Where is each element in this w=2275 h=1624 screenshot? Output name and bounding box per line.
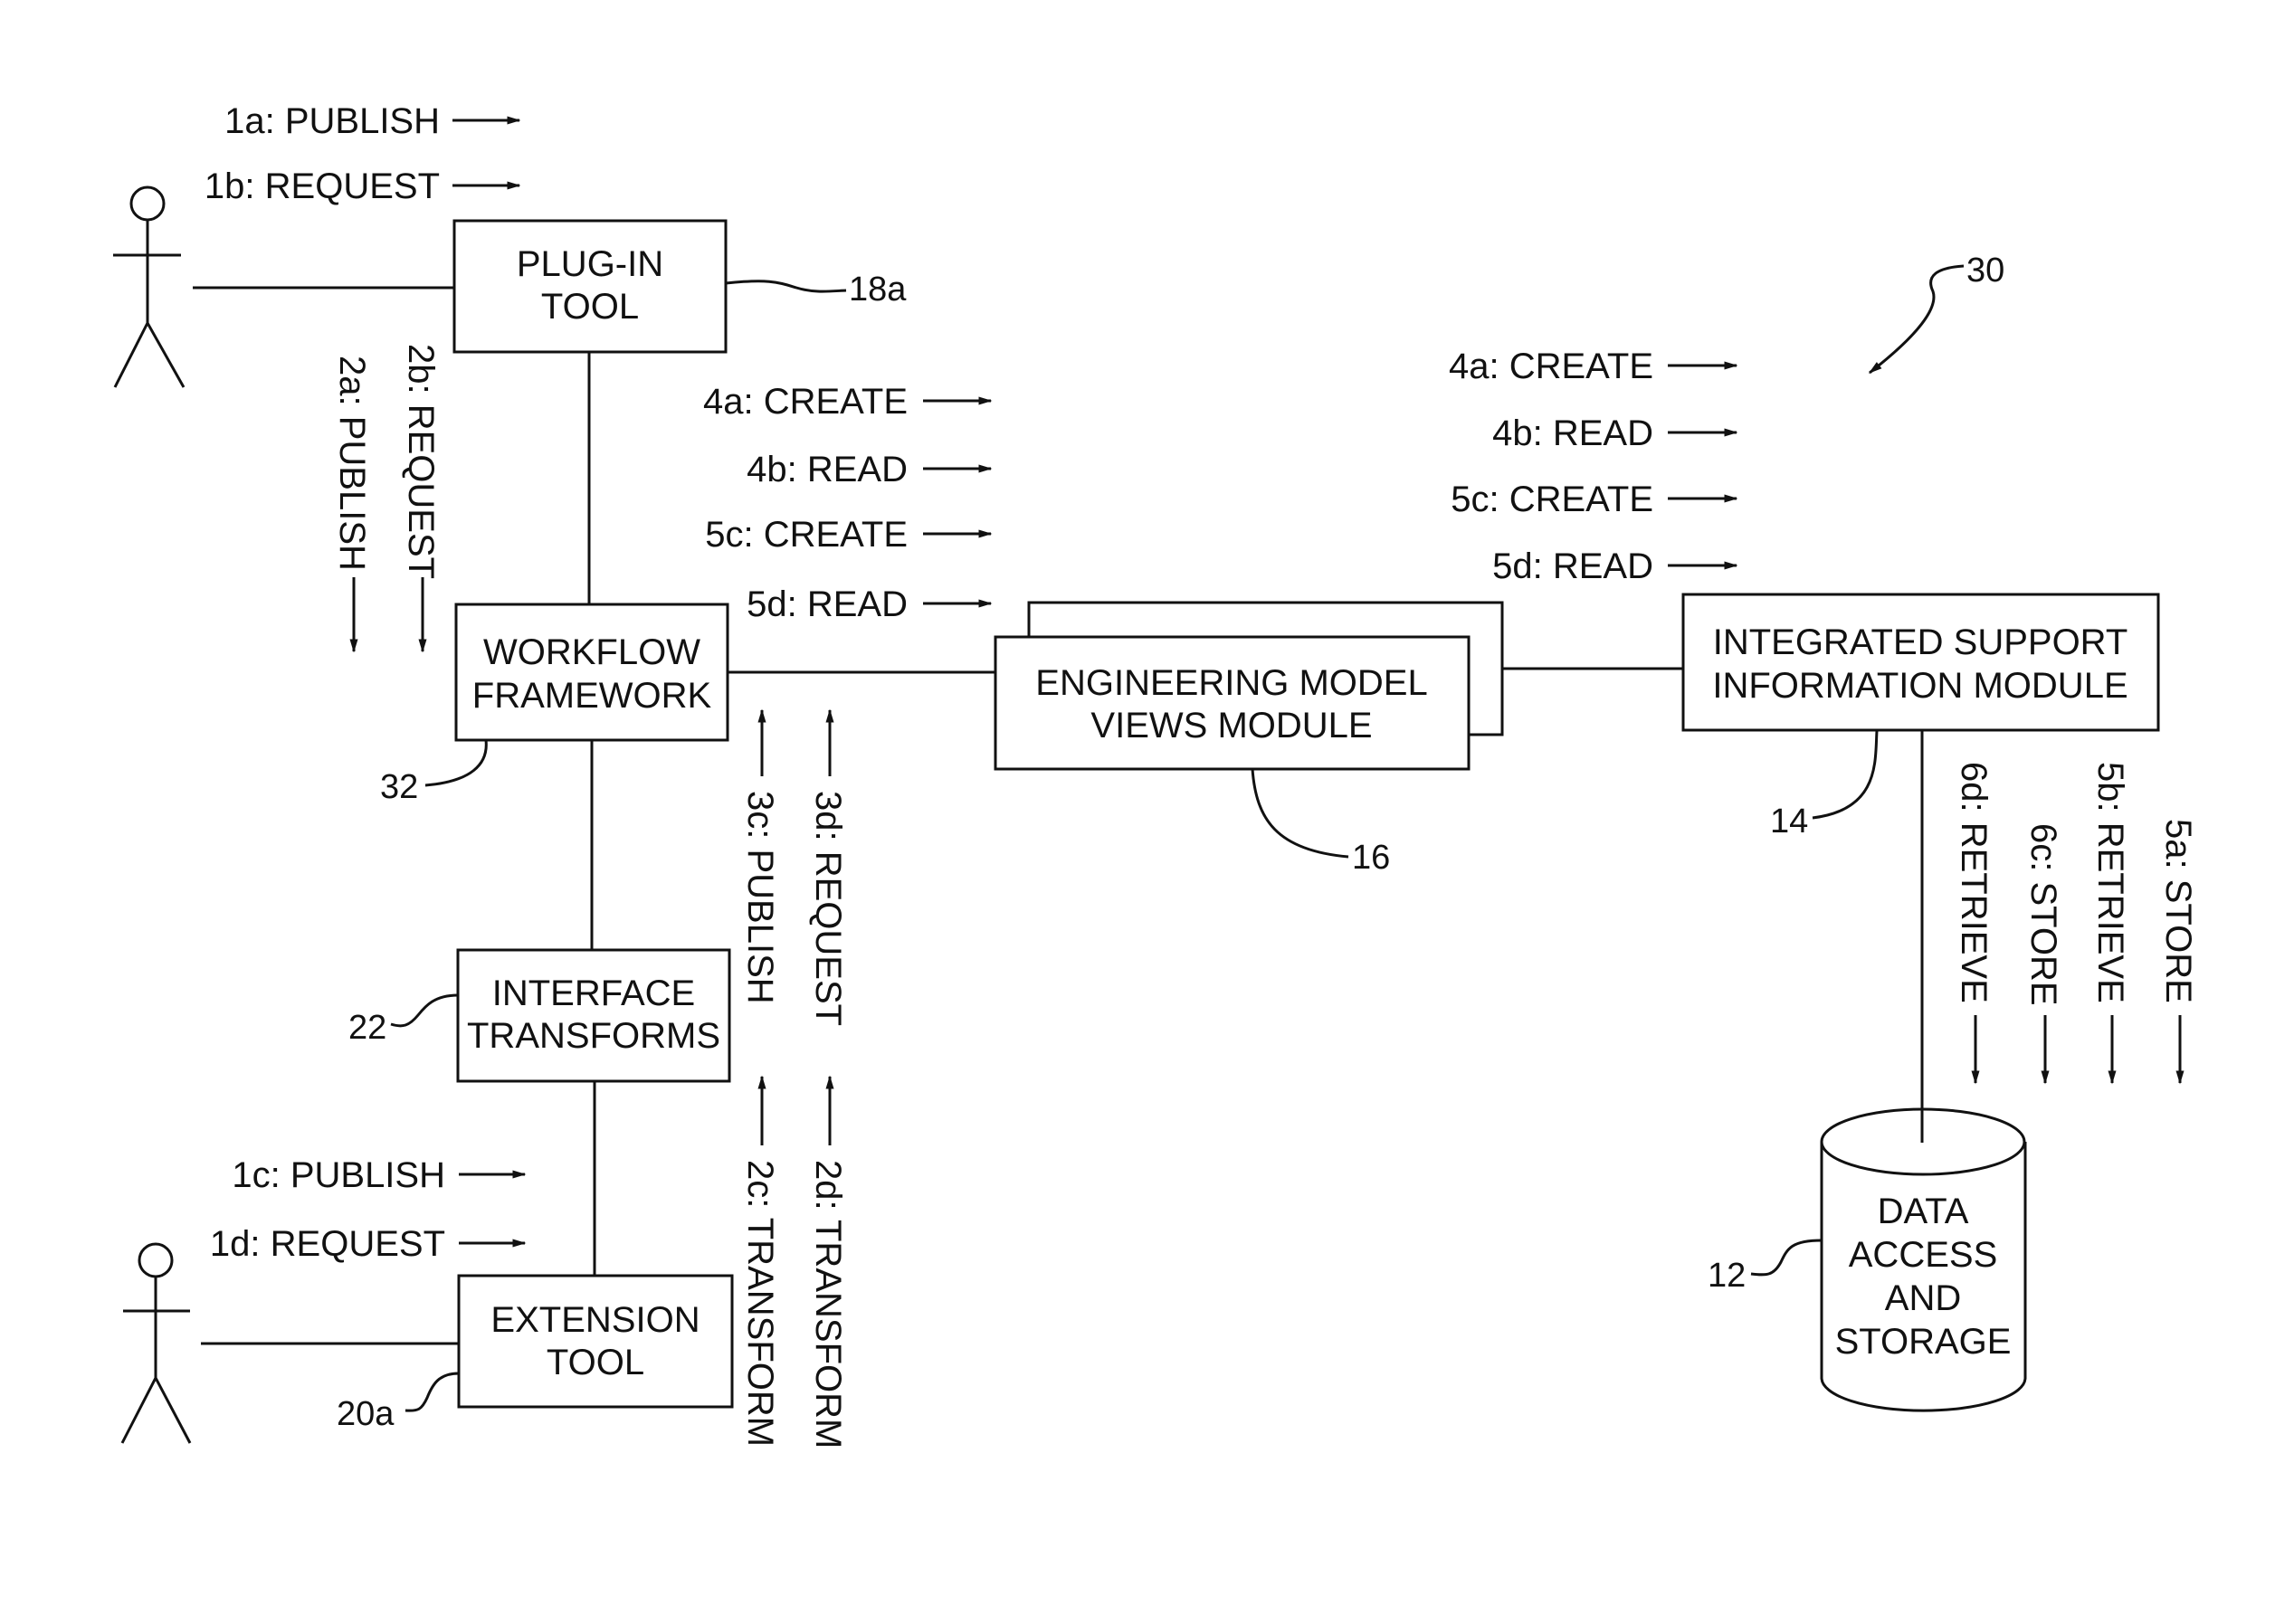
message-4a-left: 4a: CREATE	[703, 382, 993, 422]
svg-text:30: 30	[1966, 252, 2004, 290]
svg-text:1d: REQUEST: 1d: REQUEST	[210, 1224, 445, 1264]
svg-text:1c: PUBLISH: 1c: PUBLISH	[232, 1155, 445, 1195]
data-access-storage-cylinder[interactable]: DATA ACCESS AND STORAGE	[1820, 1107, 2027, 1412]
message-5d-left: 5d: READ	[747, 584, 993, 624]
svg-text:12: 12	[1708, 1257, 1746, 1295]
message-4a-right: 4a: CREATE	[1449, 347, 1738, 386]
svg-text:5c: CREATE: 5c: CREATE	[1451, 480, 1653, 519]
svg-text:4b: READ: 4b: READ	[747, 450, 908, 489]
message-2c: 2c: TRANSFORM	[740, 1075, 780, 1447]
emv-front-sheet	[994, 635, 1471, 771]
svg-text:5d: READ: 5d: READ	[747, 584, 908, 624]
integrated-support-box[interactable]: INTEGRATED SUPPORT INFORMATION MODULE	[1681, 593, 2160, 732]
svg-text:2b: REQUEST: 2b: REQUEST	[401, 344, 441, 579]
svg-text:6c: STORE: 6c: STORE	[2023, 823, 2063, 1006]
svg-text:PLUG-IN: PLUG-IN	[517, 244, 663, 284]
message-2a: 2a: PUBLISH	[332, 356, 372, 653]
ref-16-leader: 16	[1251, 768, 1390, 877]
svg-text:5c: CREATE: 5c: CREATE	[705, 515, 908, 555]
message-3c: 3c: PUBLISH	[740, 708, 780, 1004]
engineering-model-views-box[interactable]: ENGINEERING MODEL VIEWS MODULE	[994, 601, 1504, 771]
ref-12-leader: 12	[1708, 1239, 1823, 1295]
extension-tool-box[interactable]: EXTENSION TOOL	[457, 1274, 734, 1409]
svg-text:AND: AND	[1885, 1278, 1961, 1318]
svg-text:32: 32	[380, 768, 418, 806]
svg-text:5d: READ: 5d: READ	[1492, 546, 1653, 586]
svg-text:2d: TRANSFORM: 2d: TRANSFORM	[808, 1160, 848, 1448]
svg-text:INTERFACE: INTERFACE	[492, 973, 695, 1013]
ref-30-arrow: 30	[1868, 252, 2004, 375]
svg-text:STORAGE: STORAGE	[1835, 1322, 2012, 1362]
user-bottom-stick-figure-icon	[120, 1242, 192, 1444]
message-4b-right: 4b: READ	[1492, 413, 1738, 453]
svg-text:1b: REQUEST: 1b: REQUEST	[205, 166, 440, 206]
plugin-tool-box[interactable]: PLUG-IN TOOL	[452, 219, 728, 354]
svg-text:16: 16	[1352, 839, 1390, 877]
ref-18a-leader: 18a	[725, 271, 907, 309]
svg-text:4a: CREATE: 4a: CREATE	[703, 382, 908, 422]
svg-text:18a: 18a	[849, 271, 907, 309]
svg-text:6d: RETRIEVE: 6d: RETRIEVE	[1954, 762, 1994, 1003]
user-top-stick-figure-icon	[113, 185, 186, 388]
message-3d: 3d: REQUEST	[808, 708, 848, 1026]
ref-32-leader: 32	[380, 739, 488, 806]
message-6d: 6d: RETRIEVE	[1954, 762, 1994, 1085]
message-1d: 1d: REQUEST	[210, 1224, 527, 1264]
ref-14-leader: 14	[1770, 730, 1879, 840]
message-2b: 2b: REQUEST	[401, 344, 441, 653]
message-5d-right: 5d: READ	[1492, 546, 1738, 586]
svg-text:3d: REQUEST: 3d: REQUEST	[808, 791, 848, 1026]
svg-text:2c: TRANSFORM: 2c: TRANSFORM	[740, 1160, 780, 1447]
message-5b: 5b: RETRIEVE	[2090, 762, 2130, 1085]
message-1c: 1c: PUBLISH	[232, 1155, 527, 1195]
system-diagram: 1a: PUBLISH 1b: REQUEST PLUG-IN TOOL 18a…	[113, 101, 2198, 1448]
message-2d: 2d: TRANSFORM	[808, 1075, 848, 1448]
svg-text:FRAMEWORK: FRAMEWORK	[472, 676, 712, 716]
message-5c-left: 5c: CREATE	[705, 515, 993, 555]
ref-20a-leader: 20a	[337, 1372, 460, 1433]
message-5a: 5a: STORE	[2158, 819, 2198, 1085]
ref-22-leader: 22	[348, 993, 459, 1047]
svg-text:INFORMATION MODULE: INFORMATION MODULE	[1712, 666, 2127, 706]
svg-text:TRANSFORMS: TRANSFORMS	[467, 1016, 720, 1056]
message-4b-left: 4b: READ	[747, 450, 993, 489]
svg-text:EXTENSION: EXTENSION	[490, 1300, 700, 1340]
svg-text:TOOL: TOOL	[541, 287, 639, 327]
svg-text:22: 22	[348, 1009, 386, 1047]
svg-text:ACCESS: ACCESS	[1849, 1235, 1998, 1275]
message-5c-right: 5c: CREATE	[1451, 480, 1738, 519]
svg-text:VIEWS MODULE: VIEWS MODULE	[1090, 706, 1372, 746]
svg-text:INTEGRATED SUPPORT: INTEGRATED SUPPORT	[1713, 622, 2128, 662]
interface-transforms-box[interactable]: INTERFACE TRANSFORMS	[456, 948, 731, 1083]
svg-text:4a: CREATE: 4a: CREATE	[1449, 347, 1653, 386]
workflow-framework-box[interactable]: WORKFLOW FRAMEWORK	[454, 603, 729, 742]
svg-text:ENGINEERING MODEL: ENGINEERING MODEL	[1035, 663, 1427, 703]
message-6c: 6c: STORE	[2023, 823, 2063, 1085]
message-1a: 1a: PUBLISH	[224, 101, 521, 141]
svg-text:4b: READ: 4b: READ	[1492, 413, 1653, 453]
svg-text:20a: 20a	[337, 1395, 395, 1433]
svg-text:5b: RETRIEVE: 5b: RETRIEVE	[2090, 762, 2130, 1003]
svg-text:5a: STORE: 5a: STORE	[2158, 819, 2198, 1003]
message-1b: 1b: REQUEST	[205, 166, 521, 206]
svg-text:TOOL: TOOL	[547, 1343, 644, 1382]
svg-text:14: 14	[1770, 803, 1808, 840]
svg-text:3c: PUBLISH: 3c: PUBLISH	[740, 791, 780, 1004]
svg-text:1a: PUBLISH: 1a: PUBLISH	[224, 101, 440, 141]
svg-text:WORKFLOW: WORKFLOW	[483, 632, 700, 672]
svg-text:2a: PUBLISH: 2a: PUBLISH	[332, 356, 372, 571]
svg-text:DATA: DATA	[1878, 1192, 1969, 1231]
